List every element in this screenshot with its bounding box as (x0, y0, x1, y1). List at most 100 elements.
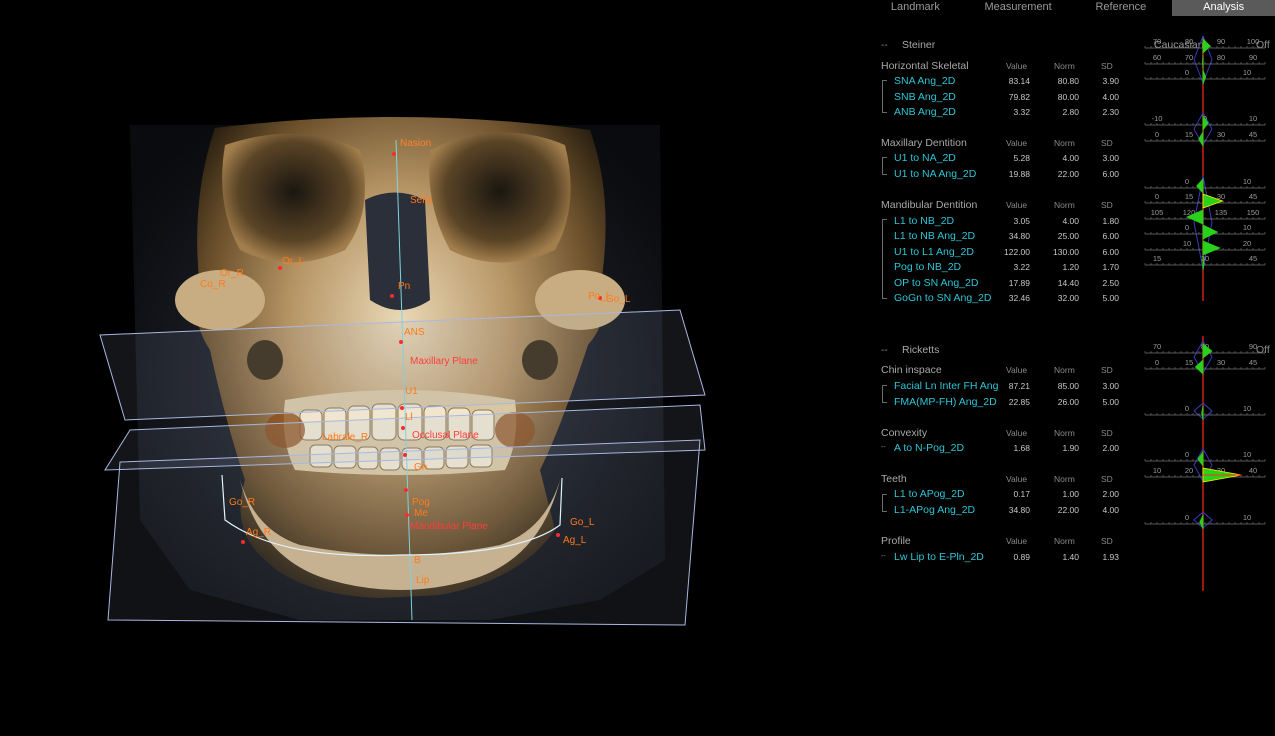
measurement-name[interactable]: U1 to L1 Ang_2D (894, 246, 974, 258)
measurement-name[interactable]: L1 to APog_2D (894, 488, 965, 500)
tree-dash: -- (881, 553, 886, 560)
landmark-label[interactable]: Go_L (570, 517, 594, 528)
measurement-name[interactable]: OP to SN Ang_2D (894, 277, 978, 289)
measurement-norm: 1.90 (1062, 443, 1079, 453)
gauge-tick-label: 90 (1249, 342, 1257, 351)
measurement-value: 5.28 (1013, 153, 1030, 163)
gauge-tick-label: 15 (1153, 254, 1161, 263)
section-title-steiner: Steiner (902, 39, 936, 51)
norm-gauge-chart: 70809010060708090010-1001001530450100153… (1144, 36, 1266, 591)
col-header-norm: Norm (1054, 428, 1075, 438)
tab-analysis[interactable]: Analysis (1172, 0, 1275, 16)
measurement-value: 19.88 (1008, 169, 1030, 179)
gauge-tick-label: 45 (1249, 130, 1257, 139)
col-header-sd: SD (1101, 200, 1113, 210)
gauge-tick-label: 10 (1249, 114, 1257, 123)
collapse-steiner-button[interactable]: -- (881, 40, 888, 51)
measurement-value: 32.46 (1008, 293, 1030, 303)
measurement-name[interactable]: SNA Ang_2D (894, 75, 955, 87)
deviation-marker (1202, 224, 1219, 240)
landmark-label[interactable]: Maxillary Plane (410, 356, 478, 367)
landmark-label[interactable]: Go_R (229, 497, 255, 508)
gauge-tick-label: 0 (1185, 513, 1189, 522)
landmark-label[interactable]: U1 (405, 386, 418, 397)
measurement-sd: 4.00 (1102, 92, 1119, 102)
landmark-label[interactable]: Lip (416, 575, 429, 586)
measurement-name[interactable]: FMA(MP-FH) Ang_2D (894, 396, 997, 408)
col-header-norm: Norm (1054, 536, 1075, 546)
landmark-label[interactable]: Or_L (282, 256, 304, 267)
col-header-value: Value (1006, 365, 1028, 375)
measurement-name[interactable]: U1 to NA Ang_2D (894, 168, 976, 180)
landmark-label[interactable]: Or_R (220, 268, 244, 279)
col-header-norm: Norm (1054, 474, 1075, 484)
measurement-value: 3.32 (1013, 107, 1030, 117)
measurement-name[interactable]: L1-APog Ang_2D (894, 504, 975, 516)
landmark-label[interactable]: ANS (404, 327, 425, 338)
measurement-name[interactable]: GoGn to SN Ang_2D (894, 292, 991, 304)
measurement-value: 3.22 (1013, 262, 1030, 272)
landmark-label[interactable]: B (414, 555, 421, 566)
measurement-value: 87.21 (1008, 381, 1030, 391)
gauge-tick-label: 0 (1155, 358, 1159, 367)
measurement-value: 3.05 (1013, 216, 1030, 226)
tab-reference[interactable]: Reference (1070, 0, 1173, 16)
measurement-name[interactable]: A to N-Pog_2D (894, 442, 964, 454)
measurement-sd: 6.00 (1102, 247, 1119, 257)
3d-viewport[interactable]: Nasion Sella Or_R Or_L Po_L Go_L Co_R Pn… (0, 0, 860, 736)
measurement-name[interactable]: U1 to NA_2D (894, 152, 956, 164)
measurement-sd: 2.00 (1102, 489, 1119, 499)
gauge-tick-label: 0 (1155, 130, 1159, 139)
deviation-marker (1202, 54, 1204, 70)
gauge-tick-label: 100 (1247, 37, 1260, 46)
landmark-label[interactable]: Ag_L (563, 535, 586, 546)
measurement-value: 83.14 (1008, 76, 1030, 86)
gauge-tick-label: 10 (1243, 450, 1251, 459)
landmark-label[interactable]: Me (414, 508, 428, 519)
skull-render (99, 116, 706, 626)
measurement-name[interactable]: Facial Ln Inter FH Ang (894, 380, 998, 392)
landmark-label[interactable]: Nasion (400, 138, 431, 149)
measurement-name[interactable]: Pog to NB_2D (894, 261, 961, 273)
measurement-name[interactable]: L1 to NB Ang_2D (894, 230, 975, 242)
col-header-norm: Norm (1054, 138, 1075, 148)
deviation-marker (1202, 69, 1207, 85)
gauge-tick-label: 10 (1243, 68, 1251, 77)
measurement-name[interactable]: L1 to NB_2D (894, 215, 954, 227)
landmark-label[interactable]: Pn (398, 281, 410, 292)
landmark-label[interactable]: Ag_R (246, 527, 271, 538)
gauge-tick-label: 70 (1185, 53, 1193, 62)
collapse-ricketts-button[interactable]: -- (881, 345, 888, 356)
section-title-ricketts: Ricketts (902, 344, 940, 356)
measurement-norm: 26.00 (1057, 397, 1079, 407)
measurement-norm: 4.00 (1062, 216, 1079, 226)
measurement-name[interactable]: SNB Ang_2D (894, 91, 956, 103)
measurement-name[interactable]: Lw Lip to E-Pln_2D (894, 551, 984, 563)
measurement-name[interactable]: ANB Ang_2D (894, 106, 956, 118)
gauge-tick-label: 80 (1217, 53, 1225, 62)
col-header-value: Value (1006, 428, 1028, 438)
landmark-label[interactable]: Labrale_R (322, 432, 368, 443)
landmark-label[interactable]: Ll (405, 412, 413, 423)
landmark-label[interactable]: Gn (414, 462, 427, 473)
measurement-sd: 3.00 (1102, 153, 1119, 163)
gauge-tick-label: 0 (1185, 177, 1189, 186)
tab-measurement[interactable]: Measurement (967, 0, 1070, 16)
landmark-label[interactable]: Co_R (200, 279, 226, 290)
measurement-sd: 1.70 (1102, 262, 1119, 272)
tab-landmark[interactable]: Landmark (864, 0, 967, 16)
tab-bar: Landmark Measurement Reference Analysis (864, 0, 1275, 16)
deviation-marker (1198, 130, 1204, 148)
col-header-value: Value (1006, 61, 1028, 71)
gauge-tick-label: 70 (1153, 342, 1161, 351)
measurement-value: 0.89 (1013, 552, 1030, 562)
group-title: Mandibular Dentition (881, 199, 978, 211)
landmark-label[interactable]: Sella (410, 195, 432, 206)
landmark-label[interactable]: Pog (412, 497, 430, 508)
landmark-label[interactable]: Mandibular Plane (410, 521, 488, 532)
group-title: Chin inspace (881, 364, 942, 376)
gauge-tick-label: 45 (1249, 254, 1257, 263)
landmark-label[interactable]: Occlusal Plane (412, 430, 479, 441)
measurement-value: 17.89 (1008, 278, 1030, 288)
landmark-label[interactable]: Go_L (606, 294, 630, 305)
